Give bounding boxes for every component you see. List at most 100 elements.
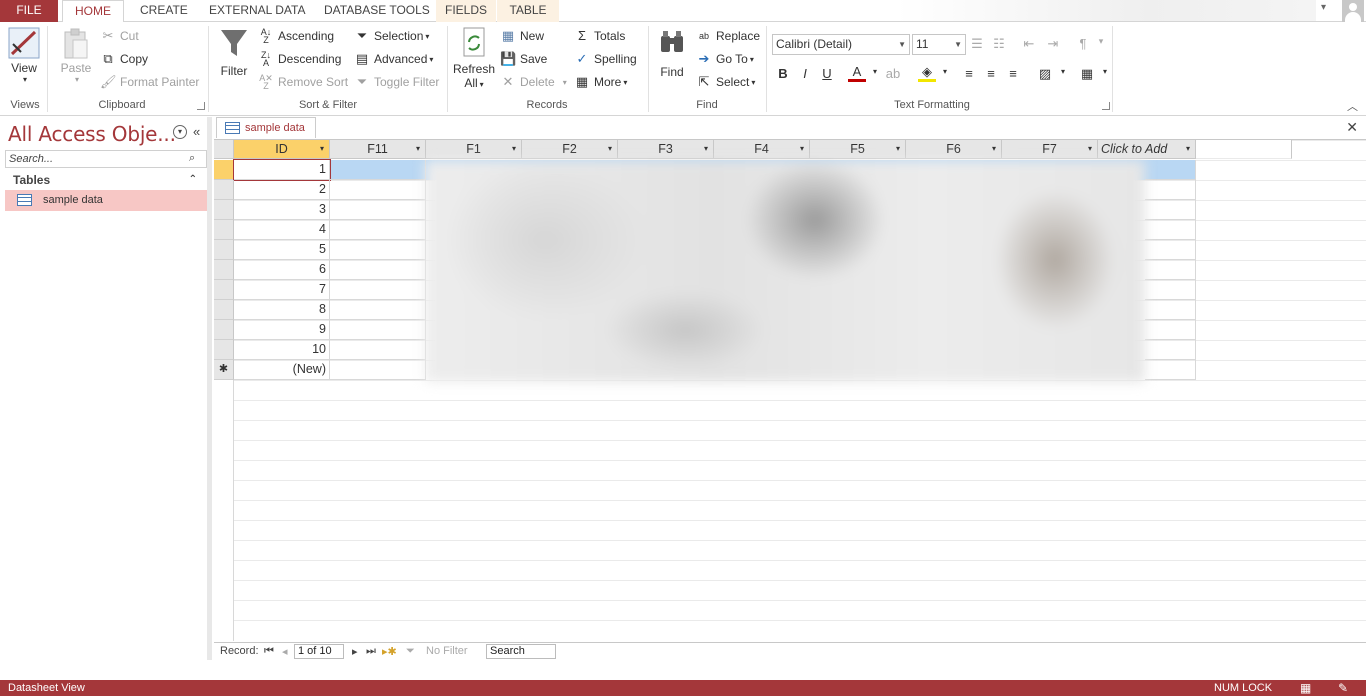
numbering-icon[interactable]: ☷	[990, 36, 1008, 52]
record-selector[interactable]	[214, 280, 234, 300]
replace-button[interactable]: ab Replace	[696, 28, 760, 44]
new-record-selector[interactable]: ✱	[214, 360, 234, 380]
nav-menu-dropdown-icon[interactable]: ▾	[173, 125, 187, 139]
table-cell[interactable]	[330, 200, 426, 220]
column-header-f7[interactable]: F7 ▾	[1002, 140, 1098, 159]
fill-color-dropdown-icon[interactable]: ▾	[936, 67, 954, 76]
collapse-ribbon-icon[interactable]: ︿	[1347, 98, 1358, 114]
text-formatting-launcher-icon[interactable]	[1102, 102, 1110, 110]
table-cell[interactable]	[1145, 320, 1196, 340]
paragraph-direction-icon[interactable]: ¶	[1074, 36, 1092, 51]
alternate-row-dropdown-icon[interactable]: ▾	[1054, 67, 1072, 76]
column-header-f11[interactable]: F11 ▾	[330, 140, 426, 159]
table-cell[interactable]	[1145, 220, 1196, 240]
clipboard-launcher-icon[interactable]	[197, 102, 205, 110]
cell-id[interactable]: 3	[234, 200, 330, 220]
cell-id[interactable]: 8	[234, 300, 330, 320]
record-selector[interactable]	[214, 200, 234, 220]
table-cell[interactable]	[330, 180, 426, 200]
current-record-input[interactable]: 1 of 10	[294, 644, 344, 659]
spelling-button[interactable]: ✓ Spelling	[574, 51, 637, 67]
shutter-bar-close-icon[interactable]: «	[193, 124, 200, 139]
toggle-filter-button[interactable]: ⏷ Toggle Filter	[354, 74, 440, 90]
record-selector[interactable]	[214, 160, 234, 180]
new-record-button[interactable]: ▦ New	[500, 28, 544, 44]
ribbon-display-options-icon[interactable]: ▾	[1321, 2, 1326, 13]
cell-id[interactable]: (New)	[234, 360, 330, 380]
collapse-category-icon[interactable]: ⌃	[189, 171, 197, 189]
font-color-dropdown-icon[interactable]: ▾	[866, 67, 884, 76]
record-selector[interactable]	[214, 220, 234, 240]
table-cell[interactable]	[330, 220, 426, 240]
new-record-nav-icon[interactable]: ▸✱	[382, 645, 397, 658]
search-icon[interactable]: ⌕	[189, 152, 195, 165]
tab-fields[interactable]: FIELDS	[436, 0, 496, 22]
nav-category-tables[interactable]: Tables ⌃	[5, 171, 207, 189]
table-cell[interactable]	[1145, 300, 1196, 320]
cell-id[interactable]: 10	[234, 340, 330, 360]
record-selector[interactable]	[214, 180, 234, 200]
highlight-icon[interactable]: ab	[884, 66, 902, 81]
column-header-f5[interactable]: F5 ▾	[810, 140, 906, 159]
tab-database-tools[interactable]: DATABASE TOOLS	[312, 0, 442, 22]
column-header-id[interactable]: ID ▾	[234, 140, 330, 159]
tab-external-data[interactable]: EXTERNAL DATA	[197, 0, 317, 22]
document-tab-sample-data[interactable]: sample data	[216, 117, 316, 138]
cell-id[interactable]: 1	[233, 159, 331, 181]
table-cell[interactable]	[1145, 360, 1196, 380]
select-button[interactable]: ⇱ Select ▾	[696, 74, 756, 90]
table-cell[interactable]	[1145, 280, 1196, 300]
cell-id[interactable]: 4	[234, 220, 330, 240]
datasheet-view-icon[interactable]: ▦	[1300, 680, 1311, 696]
align-right-icon[interactable]: ≡	[1004, 66, 1022, 81]
record-selector[interactable]	[214, 320, 234, 340]
column-header-f3[interactable]: F3 ▾	[618, 140, 714, 159]
cut-button[interactable]: ✂ Cut	[100, 28, 139, 44]
column-header-f2[interactable]: F2 ▾	[522, 140, 618, 159]
select-all-corner[interactable]	[214, 140, 234, 159]
italic-button[interactable]: I	[796, 66, 814, 81]
font-color-button[interactable]: A	[848, 65, 866, 82]
table-cell[interactable]	[1145, 200, 1196, 220]
table-cell[interactable]	[330, 300, 426, 320]
ascending-button[interactable]: A↓ Z Ascending	[258, 28, 334, 45]
format-painter-button[interactable]: 🖌 Format Painter	[100, 74, 199, 90]
datasheet-search-input[interactable]: Search	[486, 644, 556, 659]
copy-button[interactable]: ⧉ Copy	[100, 51, 148, 67]
nav-item-sample-data[interactable]: sample data	[5, 190, 207, 211]
cell-id[interactable]: 2	[234, 180, 330, 200]
cell-id[interactable]: 7	[234, 280, 330, 300]
first-record-icon[interactable]: ⏮	[264, 645, 274, 658]
next-record-icon[interactable]: ▸	[352, 645, 358, 658]
table-cell[interactable]	[1145, 260, 1196, 280]
record-selector[interactable]	[214, 240, 234, 260]
table-cell[interactable]	[330, 240, 426, 260]
close-document-icon[interactable]: ✕	[1346, 119, 1358, 136]
filter-button[interactable]: Filter	[216, 26, 252, 78]
bold-button[interactable]: B	[774, 66, 792, 81]
decrease-indent-icon[interactable]: ⇤	[1020, 36, 1038, 52]
bullets-icon[interactable]: ☰	[968, 36, 986, 52]
column-header-click-to-add[interactable]: Click to Add ▾	[1098, 140, 1196, 159]
column-header-f4[interactable]: F4 ▾	[714, 140, 810, 159]
tab-table[interactable]: TABLE	[497, 0, 559, 22]
fill-color-icon[interactable]: ◈	[918, 65, 936, 82]
column-header-f1[interactable]: F1 ▾	[426, 140, 522, 159]
table-cell[interactable]	[330, 160, 426, 180]
last-record-icon[interactable]: ⏭	[366, 645, 376, 658]
nav-pane-title[interactable]: All Access Obje...	[8, 122, 176, 146]
underline-button[interactable]: U	[818, 66, 836, 81]
view-button[interactable]: View ▾	[4, 26, 44, 84]
descending-button[interactable]: Z↓ A Descending	[258, 51, 341, 68]
font-size-select[interactable]: 11 ▼	[912, 34, 966, 55]
paste-button[interactable]: Paste ▾	[56, 28, 96, 84]
goto-button[interactable]: ➔ Go To ▾	[696, 51, 754, 67]
find-button[interactable]: Find	[654, 28, 690, 79]
account-avatar[interactable]	[1342, 0, 1364, 22]
previous-record-icon[interactable]: ◂	[282, 645, 288, 658]
table-cell[interactable]	[330, 260, 426, 280]
table-cell[interactable]	[1145, 340, 1196, 360]
table-cell[interactable]	[330, 340, 426, 360]
tab-home[interactable]: HOME	[62, 0, 124, 23]
table-cell[interactable]	[330, 280, 426, 300]
